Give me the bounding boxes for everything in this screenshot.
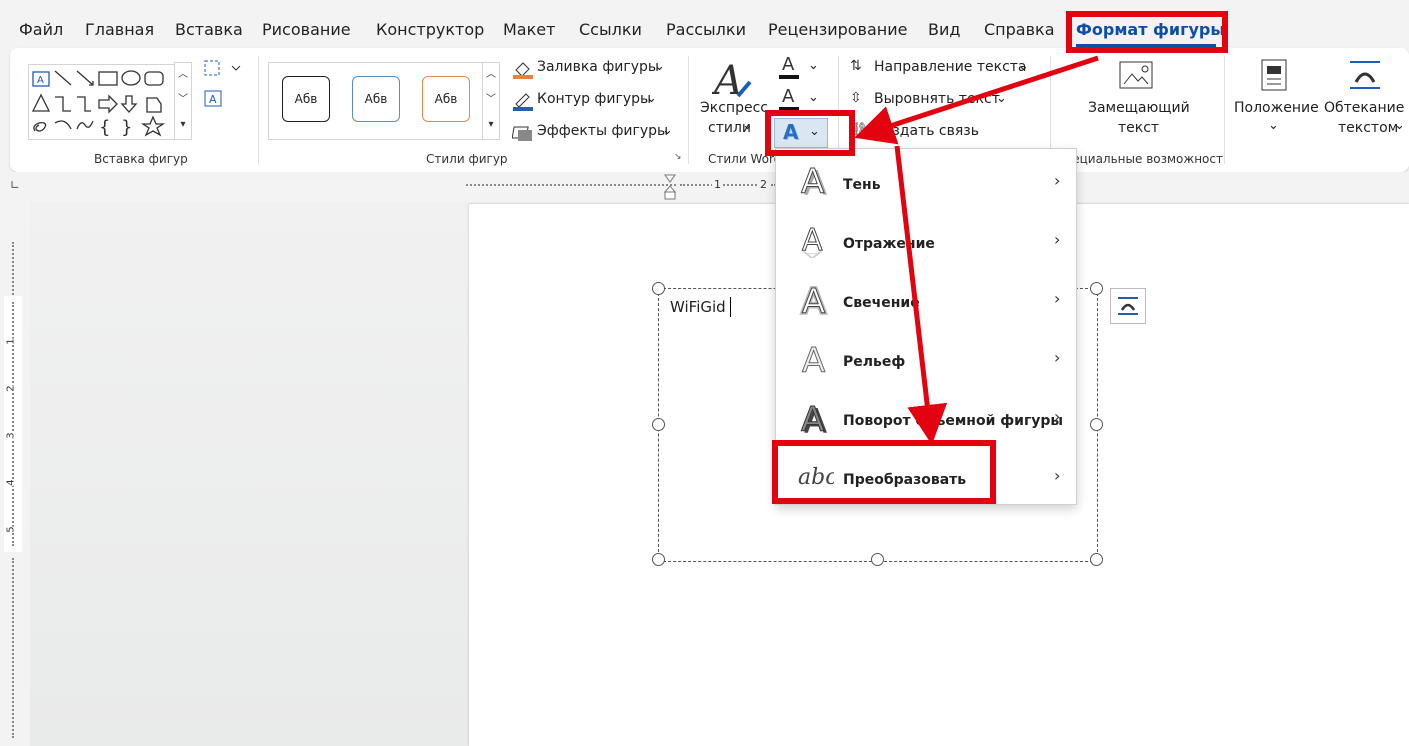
annotation-arrows [854, 55, 1099, 445]
arrow-to-effects-button [854, 55, 1099, 145]
arrow-to-transform-item [894, 145, 948, 445]
